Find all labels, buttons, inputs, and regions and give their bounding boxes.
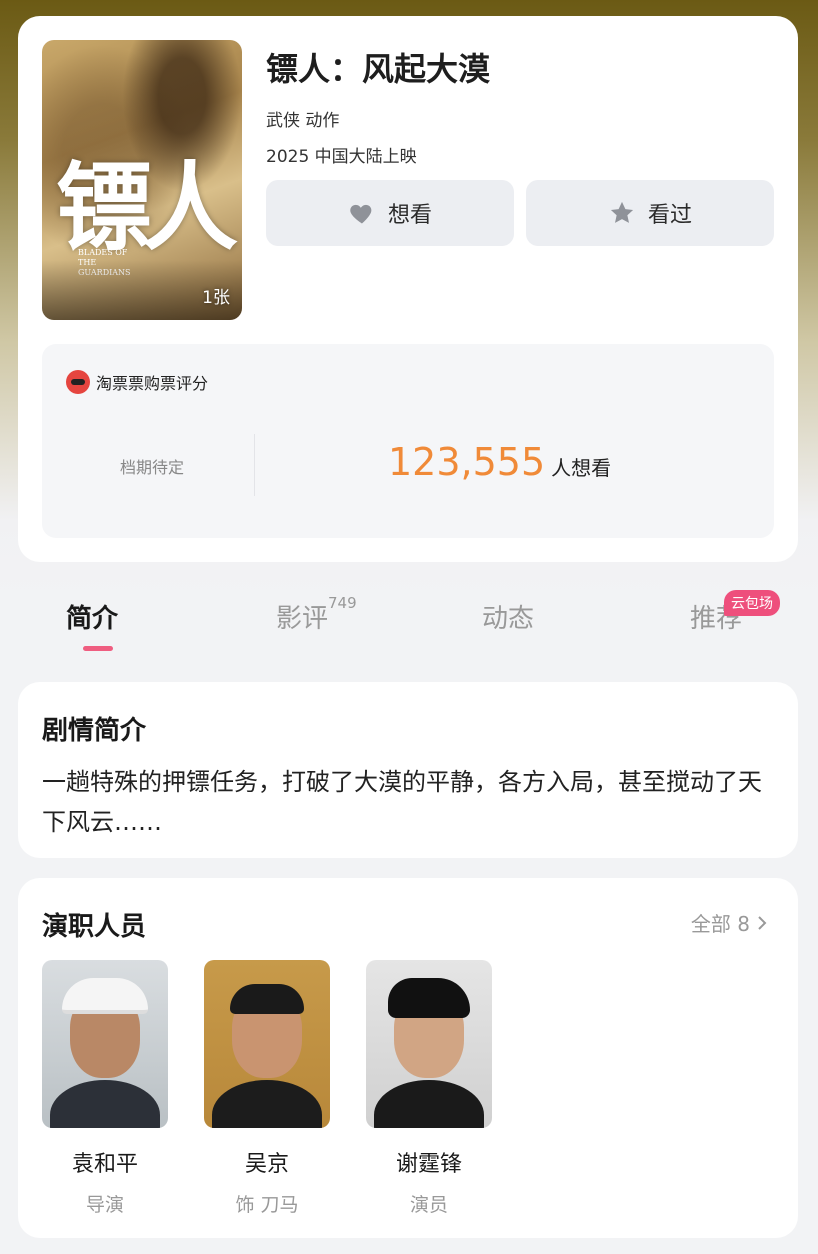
tab-reviews-label: 影评 (276, 604, 329, 634)
cast-photo (204, 960, 330, 1128)
star-icon (610, 201, 634, 223)
taopiaopiao-logo-icon (66, 370, 90, 394)
cast-name: 谢霆锋 (395, 1152, 462, 1177)
movie-genre: 武侠 动作 (266, 111, 340, 131)
rating-source: 淘票票购票评分 (66, 370, 208, 394)
cast-name: 袁和平 (71, 1152, 138, 1177)
want-button-label: 想看 (387, 203, 432, 228)
want-count-number: 123,555 (388, 440, 546, 484)
cast-member[interactable]: 谢霆锋 演员 (366, 960, 492, 1217)
schedule-status: 档期待定 (120, 458, 185, 477)
rating-divider (254, 434, 255, 496)
cast-name: 吴京 (244, 1152, 289, 1177)
cast-photo (42, 960, 168, 1128)
cast-photo (366, 960, 492, 1128)
want-count: 123,555 人想看 (388, 440, 611, 484)
want-to-watch-button[interactable]: 想看 (266, 180, 514, 246)
cast-member[interactable]: 袁和平 导演 (42, 960, 168, 1217)
movie-info-card: 镖人 BLADES OF THE GUARDIANS 1张 镖人：风起大漠 武侠… (18, 16, 798, 562)
tab-intro[interactable]: 简介 (66, 598, 118, 635)
chevron-right-icon (758, 915, 767, 930)
tab-reviews-count: 749 (328, 594, 357, 612)
synopsis-text[interactable]: 一趟特殊的押镖任务，打破了大漠的平静，各方入局，甚至搅动了天下风云…… (42, 762, 782, 842)
cast-role: 演员 (409, 1194, 448, 1216)
cast-title: 演职人员 (42, 912, 147, 942)
movie-title: 镖人：风起大漠 (266, 50, 491, 88)
rating-source-label: 淘票票购票评分 (96, 374, 209, 393)
recommend-badge: 云包场 (724, 590, 780, 616)
cast-role: 导演 (85, 1194, 124, 1216)
cast-card: 演职人员 全部 8 袁和平 导演 吴京 饰 刀马 谢霆锋 演员 (18, 878, 798, 1238)
want-count-label: 人想看 (551, 456, 612, 480)
cast-member[interactable]: 吴京 饰 刀马 (204, 960, 330, 1217)
watched-button-label: 看过 (647, 203, 692, 228)
cast-view-all-link[interactable]: 全部 8 (691, 908, 768, 937)
cast-role: 饰 刀马 (235, 1194, 299, 1216)
tab-news[interactable]: 动态 (482, 598, 534, 635)
synopsis-card: 剧情简介 一趟特殊的押镖任务，打破了大漠的平静，各方入局，甚至搅动了天下风云…… (18, 682, 798, 858)
cast-all-label: 全部 8 (690, 912, 750, 936)
synopsis-title: 剧情简介 (42, 716, 147, 746)
poster-photo-count: 1张 (202, 288, 230, 308)
tab-reviews[interactable]: 影评749 (276, 594, 357, 635)
tab-bar: 简介 影评749 动态 推荐 云包场 (0, 590, 818, 660)
active-tab-indicator (83, 646, 113, 651)
heart-icon (350, 204, 372, 224)
watched-button[interactable]: 看过 (526, 180, 774, 246)
movie-release: 2025 中国大陆上映 (266, 147, 417, 167)
rating-panel: 淘票票购票评分 档期待定 123,555 人想看 (42, 344, 774, 538)
movie-poster[interactable]: 镖人 BLADES OF THE GUARDIANS 1张 (42, 40, 242, 320)
